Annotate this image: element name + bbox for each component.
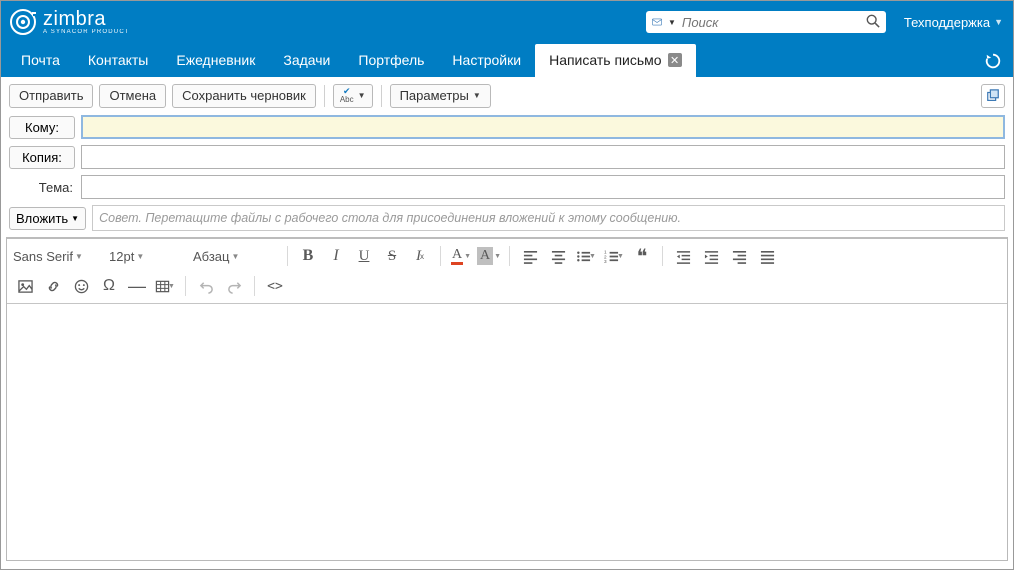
caret-down-icon: ▼: [994, 17, 1003, 27]
search-box[interactable]: ▼: [646, 11, 886, 33]
caret-down-icon: ▼: [231, 252, 239, 261]
to-button[interactable]: Кому:: [9, 116, 75, 139]
svg-text:3: 3: [604, 259, 607, 264]
caret-down-icon: ▼: [494, 253, 501, 260]
underline-button[interactable]: U: [350, 243, 378, 269]
cc-input[interactable]: [81, 145, 1005, 169]
compose-toolbar: Отправить Отмена Сохранить черновик ✔Abc…: [1, 77, 1013, 115]
spellcheck-button[interactable]: ✔Abc ▼: [333, 84, 373, 108]
redo-button[interactable]: [220, 273, 248, 299]
tab-contacts[interactable]: Контакты: [74, 44, 162, 77]
options-button[interactable]: Параметры ▼: [390, 84, 491, 108]
search-scope-caret[interactable]: ▼: [668, 18, 676, 27]
bold-button[interactable]: B: [294, 243, 322, 269]
support-menu[interactable]: Техподдержка ▼: [904, 15, 1003, 30]
font-color-button[interactable]: A▼: [447, 243, 475, 269]
to-input[interactable]: [81, 115, 1005, 139]
cc-button[interactable]: Копия:: [9, 146, 75, 169]
tab-mail[interactable]: Почта: [7, 44, 74, 77]
align-right-button[interactable]: [725, 243, 753, 269]
mail-scope-icon[interactable]: [652, 16, 662, 28]
main-tabs: Почта Контакты Ежедневник Задачи Портфел…: [1, 43, 1013, 77]
compose-fields: Кому: Копия: Тема: Вложить ▼ Совет. Пере…: [1, 115, 1013, 231]
logo: zimbra A SYNACOR PRODUCT: [9, 8, 130, 36]
search-input[interactable]: [682, 15, 860, 30]
spellcheck-icon: ✔Abc: [340, 87, 354, 104]
source-code-button[interactable]: <>: [261, 273, 289, 299]
save-draft-button[interactable]: Сохранить черновик: [172, 84, 316, 108]
table-button[interactable]: ▼: [151, 273, 179, 299]
app-header: zimbra A SYNACOR PRODUCT ▼ Техподдержка …: [1, 1, 1013, 43]
caret-down-icon: ▼: [358, 91, 366, 100]
caret-down-icon: ▼: [75, 252, 83, 261]
editor-toolbar: Sans Serif▼ 12pt▼ Абзац▼ B I U S Ix A▼ A…: [7, 239, 1007, 304]
attach-button[interactable]: Вложить ▼: [9, 207, 86, 230]
bg-color-button[interactable]: A▼: [475, 243, 503, 269]
refresh-button[interactable]: [979, 49, 1007, 77]
strikethrough-button[interactable]: S: [378, 243, 406, 269]
toolbar-divider: [381, 85, 382, 107]
close-icon[interactable]: ✕: [668, 53, 682, 67]
clear-format-button[interactable]: Ix: [406, 243, 434, 269]
editor-body[interactable]: [7, 304, 1007, 560]
bullet-list-button[interactable]: ▼: [572, 243, 600, 269]
caret-down-icon: ▼: [464, 253, 471, 260]
options-label: Параметры: [400, 88, 469, 103]
logo-name: zimbra: [43, 9, 130, 29]
toolbar-divider: [324, 85, 325, 107]
image-button[interactable]: [11, 273, 39, 299]
justify-button[interactable]: [753, 243, 781, 269]
subject-input[interactable]: [81, 175, 1005, 199]
tab-calendar[interactable]: Ежедневник: [162, 44, 269, 77]
detach-icon: [986, 89, 1000, 103]
link-button[interactable]: [39, 273, 67, 299]
number-list-button[interactable]: 123▼: [600, 243, 628, 269]
logo-icon: [9, 8, 37, 36]
italic-button[interactable]: I: [322, 243, 350, 269]
indent-button[interactable]: [697, 243, 725, 269]
editor: Sans Serif▼ 12pt▼ Абзац▼ B I U S Ix A▼ A…: [6, 237, 1008, 561]
subject-label: Тема:: [9, 180, 75, 195]
cancel-button[interactable]: Отмена: [99, 84, 166, 108]
tab-compose[interactable]: Написать письмо ✕: [535, 44, 695, 77]
caret-down-icon: ▼: [71, 214, 79, 223]
block-format-select[interactable]: Абзац▼: [191, 247, 281, 266]
tab-settings[interactable]: Настройки: [438, 44, 535, 77]
font-size-select[interactable]: 12pt▼: [107, 247, 191, 266]
caret-down-icon: ▼: [136, 252, 144, 261]
tab-compose-label: Написать письмо: [549, 52, 661, 68]
attach-label: Вложить: [16, 211, 68, 226]
search-icon[interactable]: [866, 14, 880, 31]
detach-button[interactable]: [981, 84, 1005, 108]
align-left-button[interactable]: [516, 243, 544, 269]
logo-subtitle: A SYNACOR PRODUCT: [43, 29, 130, 35]
support-label: Техподдержка: [904, 15, 990, 30]
attach-dropzone[interactable]: Совет. Перетащите файлы с рабочего стола…: [92, 205, 1005, 231]
align-center-button[interactable]: [544, 243, 572, 269]
undo-button[interactable]: [192, 273, 220, 299]
tab-briefcase[interactable]: Портфель: [344, 44, 438, 77]
outdent-button[interactable]: [669, 243, 697, 269]
hr-button[interactable]: —: [123, 273, 151, 299]
caret-down-icon: ▼: [473, 91, 481, 100]
emoji-button[interactable]: [67, 273, 95, 299]
special-char-button[interactable]: Ω: [95, 273, 123, 299]
send-button[interactable]: Отправить: [9, 84, 93, 108]
blockquote-button[interactable]: ❝: [628, 243, 656, 269]
font-family-select[interactable]: Sans Serif▼: [11, 247, 107, 266]
tab-tasks[interactable]: Задачи: [269, 44, 344, 77]
